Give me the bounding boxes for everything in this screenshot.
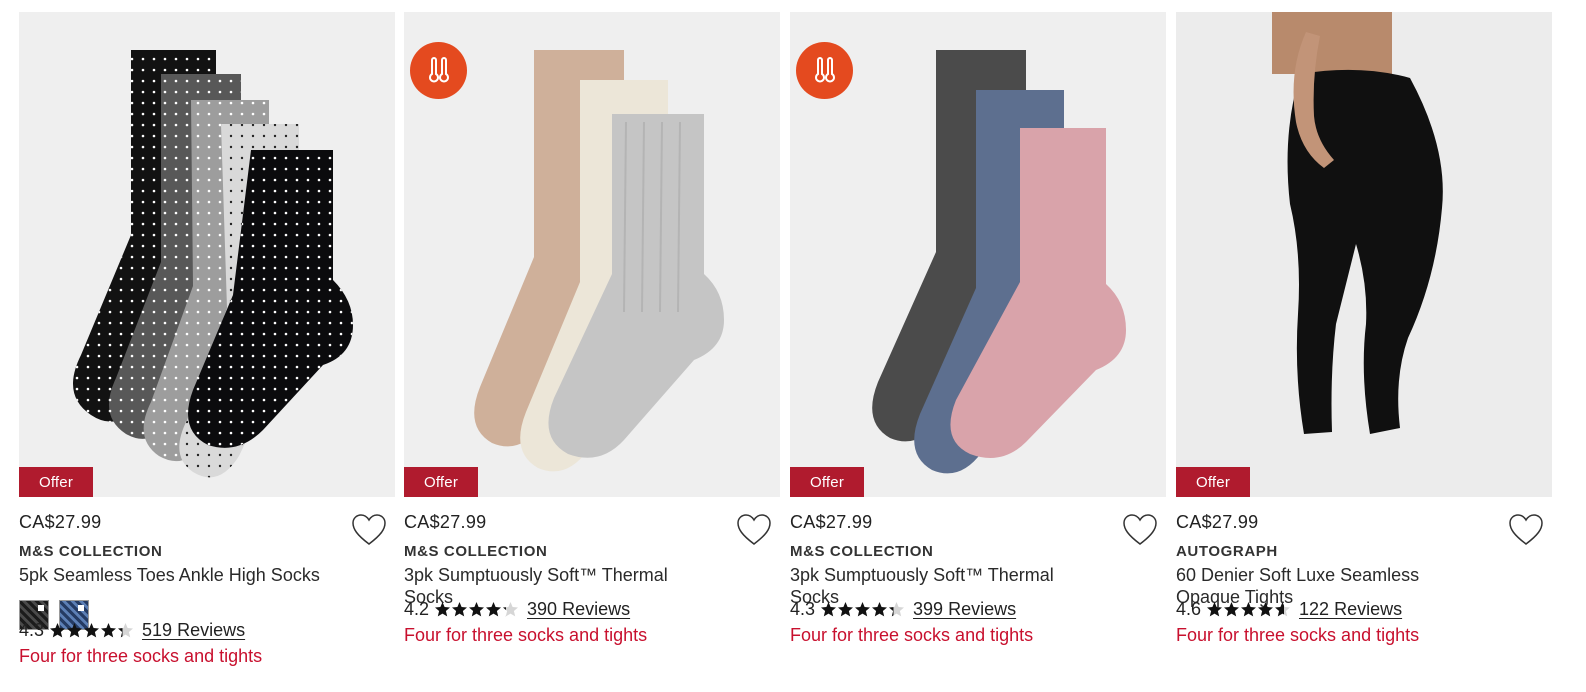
star-rating [1206,601,1291,618]
product-price: CA$27.99 [790,512,873,532]
star-icon [50,623,66,638]
product-brand: M&S COLLECTION [790,543,934,560]
product-card[interactable]: Offer CA$27.99 M&S COLLECTION 3pk Sumptu… [404,12,780,687]
thermometer-icon [428,56,449,82]
star-icon [84,623,100,638]
star-icon [889,602,905,617]
star-icon [67,623,83,638]
reviews-link[interactable]: 399 Reviews [913,599,1016,620]
polka-dot-socks-image [19,12,395,497]
product-image-container[interactable]: Offer [790,12,1166,497]
reviews-link[interactable]: 519 Reviews [142,620,245,641]
promo-link[interactable]: Four for three socks and tights [790,625,1033,646]
product-image-container[interactable]: Offer [19,12,395,497]
star-rating [49,622,134,639]
star-icon [118,623,134,638]
star-icon [855,602,871,617]
star-rating [434,601,519,618]
rating-row: 4.6 122 Reviews [1176,599,1402,620]
thermal-badge [410,42,467,99]
product-info: CA$27.99 M&S COLLECTION 3pk Sumptuously … [790,497,1166,687]
product-info: CA$27.99 AUTOGRAPH 60 Denier Soft Luxe S… [1176,497,1552,687]
star-icon [435,602,451,617]
heart-icon[interactable] [736,513,772,547]
star-icon [486,602,502,617]
product-grid: Offer CA$27.99 M&S COLLECTION 5pk Seamle… [0,0,1586,692]
reviews-link[interactable]: 122 Reviews [1299,599,1402,620]
product-price: CA$27.99 [1176,512,1259,532]
star-icon [101,623,117,638]
product-name[interactable]: 5pk Seamless Toes Ankle High Socks [19,564,339,586]
heart-icon[interactable] [1122,513,1158,547]
product-card[interactable]: Offer CA$27.99 M&S COLLECTION 5pk Seamle… [19,12,395,687]
thermal-badge [796,42,853,99]
product-card[interactable]: Offer CA$27.99 M&S COLLECTION 3pk Sumptu… [790,12,1166,687]
rating-row: 4.2 390 Reviews [404,599,630,620]
offer-tag: Offer [19,467,93,497]
product-image-container[interactable]: Offer [404,12,780,497]
star-icon [1275,602,1291,617]
product-brand: M&S COLLECTION [404,543,548,560]
star-icon [872,602,888,617]
promo-link[interactable]: Four for three socks and tights [404,625,647,646]
rating-value: 4.6 [1176,599,1202,619]
star-rating [820,601,905,618]
star-icon [1207,602,1223,617]
star-icon [838,602,854,617]
star-icon [821,602,837,617]
star-icon [452,602,468,617]
star-icon [503,602,519,617]
offer-tag: Offer [404,467,478,497]
star-icon [1258,602,1274,617]
rating-row: 4.3 519 Reviews [19,620,245,641]
offer-tag: Offer [1176,467,1250,497]
heart-icon[interactable] [1508,513,1544,547]
thermometer-icon [814,56,835,82]
product-image-container[interactable]: Offer [1176,12,1552,497]
rating-value: 4.3 [790,599,816,619]
offer-tag: Offer [790,467,864,497]
promo-link[interactable]: Four for three socks and tights [19,646,262,667]
star-icon [1224,602,1240,617]
star-icon [469,602,485,617]
rating-value: 4.2 [404,599,430,619]
rating-row: 4.3 399 Reviews [790,599,1016,620]
black-tights-image [1176,12,1552,497]
product-brand: M&S COLLECTION [19,543,163,560]
product-info: CA$27.99 M&S COLLECTION 5pk Seamless Toe… [19,497,395,687]
reviews-link[interactable]: 390 Reviews [527,599,630,620]
product-info: CA$27.99 M&S COLLECTION 3pk Sumptuously … [404,497,780,687]
product-price: CA$27.99 [404,512,487,532]
product-card[interactable]: Offer CA$27.99 AUTOGRAPH 60 Denier Soft … [1176,12,1552,687]
star-icon [1241,602,1257,617]
heart-icon[interactable] [351,513,387,547]
product-brand: AUTOGRAPH [1176,543,1278,560]
promo-link[interactable]: Four for three socks and tights [1176,625,1419,646]
product-price: CA$27.99 [19,512,102,532]
rating-value: 4.3 [19,620,45,640]
